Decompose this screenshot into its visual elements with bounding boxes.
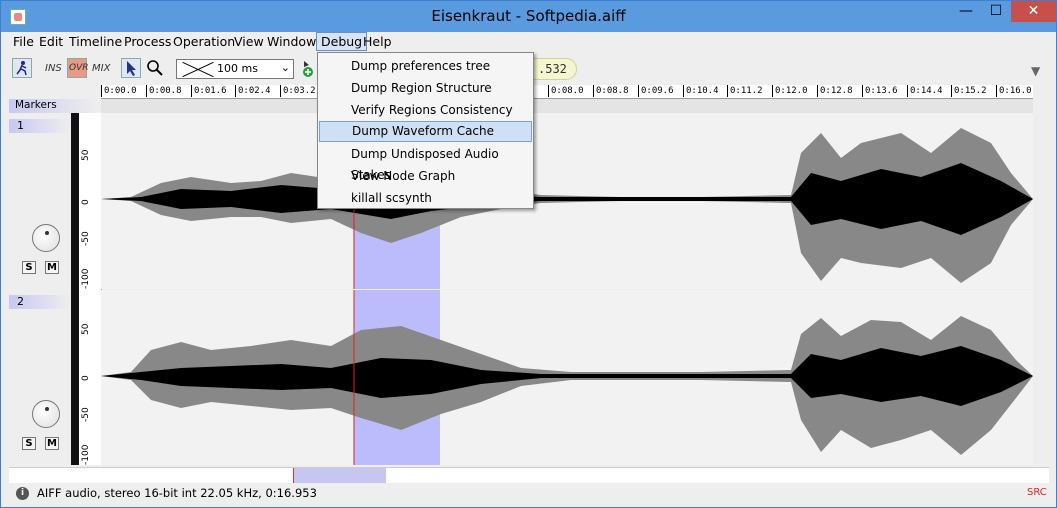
amplitude-scale-2: 50 0 -50 -100 [79,289,102,465]
ruler-tick: 0:08.8 [593,85,629,97]
chevron-down-icon: ⌄ [280,61,290,74]
magnifier-icon [147,60,163,76]
markers-label: Markers [9,99,97,113]
horizontal-scrollbar[interactable] [9,467,1049,484]
vertical-scrollbar[interactable] [1033,113,1049,465]
close-button[interactable]: ✕ [1011,1,1056,22]
pointer-tool-button[interactable] [121,58,141,78]
track-header-2 [9,293,72,465]
menu-window[interactable]: Window [263,32,320,51]
mute-button-2[interactable]: M [45,437,59,450]
mix-mode-label[interactable]: MIX [92,63,110,74]
src-indicator: SRC [1027,487,1047,498]
waveform-2 [101,290,1033,465]
toolbar-overflow-arrow[interactable]: ▼ [1031,64,1040,78]
menu-item-dump-region-structure[interactable]: Dump Region Structure [319,78,532,99]
scale-label: -100 [81,268,91,289]
ruler-tick: 0:13.6 [862,85,898,97]
amplitude-scale-1: 50 0 -50 -100 [79,113,102,289]
ins-mode-label[interactable]: INS [45,63,62,74]
app-window: Eisenkraut - Softpedia.aiff — ☐ ✕ File E… [0,0,1057,508]
track-number-1[interactable]: 1 [9,119,71,133]
add-icon [303,61,313,77]
scale-label: 0 [81,375,91,381]
menu-item-dump-undisposed-audio-stakes[interactable]: Dump Undisposed Audio Stakes [319,144,532,182]
menu-bar: File Edit Timeline Process Operation Vie… [1,32,1056,53]
scroll-playhead-marker [293,468,294,483]
ovr-mode-button[interactable]: OVR [67,58,89,78]
zoom-combo-value: 100 ms [217,62,258,75]
level-meter-2 [71,289,79,465]
menu-operation[interactable]: Operation [169,32,239,51]
zoom-combo[interactable]: 100 ms ⌄ [176,59,294,79]
waveform-channel-2[interactable] [101,290,1033,465]
waveform-inner [101,163,1033,235]
zoom-tool-button[interactable] [146,59,164,77]
title-bar[interactable]: Eisenkraut - Softpedia.aiff — ☐ ✕ [1,1,1056,32]
ruler-tick: 0:08.0 [548,85,584,97]
menu-timeline[interactable]: Timeline [65,32,126,51]
track-number-2[interactable]: 2 [9,295,71,309]
maximize-button[interactable]: ☐ [981,1,1011,22]
ruler-tick: 0:15.2 [951,85,987,97]
ruler-tick: 0:00.8 [146,85,182,97]
status-text: AIFF audio, stereo 16-bit int 22.05 kHz,… [37,486,317,500]
menu-item-killall-scsynth[interactable]: killall scsynth [319,188,532,209]
waveform-1 [101,113,1033,289]
timeline-ruler[interactable]: 0:00.0 0:00.8 0:01.6 0:02.4 0:03.2 0:08.… [101,85,1033,99]
menu-help[interactable]: Help [359,32,396,51]
pointer-icon [127,61,136,76]
timecode-value: .532 [538,62,567,76]
pan-knob-2[interactable] [32,400,60,428]
track-header-1 [9,117,72,289]
add-region-button[interactable] [300,59,316,79]
menu-item-view-node-graph[interactable]: View Node Graph [319,166,532,187]
menu-edit[interactable]: Edit [35,32,67,51]
menu-process[interactable]: Process [120,32,175,51]
ovr-mode-label: OVR [69,63,89,73]
ruler-tick: 0:12.8 [817,85,853,97]
walker-icon [16,61,27,76]
scale-label: -50 [81,407,91,422]
ruler-tick: 0:00.0 [101,85,137,97]
ruler-tick: 0:12.0 [772,85,808,97]
debug-menu-dropdown: Dump preferences tree Dump Region Struct… [317,52,534,209]
ruler-tick: 0:03.2 [280,85,316,97]
menu-file[interactable]: File [9,32,38,51]
level-meter-1 [71,113,79,289]
scale-label: -50 [81,231,91,246]
ruler-tick: 0:10.4 [683,85,719,97]
info-icon: i [16,487,29,500]
window-title: Eisenkraut - Softpedia.aiff [431,7,626,25]
ruler-tick: 0:02.4 [235,85,271,97]
mute-button-1[interactable]: M [45,261,59,274]
menu-item-dump-waveform-cache[interactable]: Dump Waveform Cache [319,121,532,142]
menu-item-dump-preferences-tree[interactable]: Dump preferences tree [319,56,532,77]
solo-button-1[interactable]: S [22,261,36,274]
scale-label: 0 [81,199,91,205]
scroll-thumb[interactable] [294,468,386,483]
cursor-tool-button[interactable] [12,58,32,78]
scale-label: -100 [81,444,91,465]
ruler-tick: 0:01.6 [191,85,227,97]
ruler-tick: 0:11.2 [727,85,763,97]
scale-label: 50 [81,149,91,161]
minimize-button[interactable]: — [951,1,981,22]
scale-label: 50 [81,323,91,335]
solo-button-2[interactable]: S [22,437,36,450]
markers-lane[interactable] [101,99,1033,114]
ruler-tick: 0:09.6 [638,85,674,97]
ruler-tick: 0:14.4 [907,85,943,97]
pan-knob-1[interactable] [32,224,60,252]
ruler-tick: 0:16.0 [996,85,1032,97]
waveform-channel-1[interactable] [101,113,1033,289]
menu-item-verify-regions-consistency[interactable]: Verify Regions Consistency [319,100,532,121]
